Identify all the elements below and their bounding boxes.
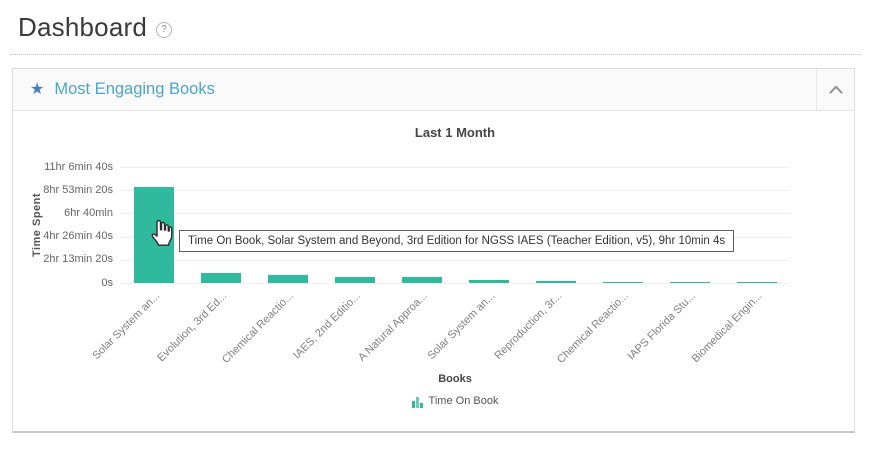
star-icon: ★ bbox=[30, 82, 44, 98]
y-tick-label: 11hr 6min 40s bbox=[44, 161, 113, 173]
help-icon[interactable]: ? bbox=[156, 22, 172, 38]
y-tick-label: 6hr 40min bbox=[64, 207, 113, 219]
chart-title: Last 1 Month bbox=[120, 125, 790, 140]
x-tick-label: A Natural Approa... bbox=[356, 290, 430, 364]
y-tick-label: 8hr 53min 20s bbox=[43, 184, 113, 196]
x-tick-label: Chemical Reactio... bbox=[555, 290, 631, 366]
page-title: Dashboard bbox=[18, 12, 147, 43]
bar[interactable] bbox=[536, 281, 576, 283]
x-tick-label: IAPS Florida Stu... bbox=[626, 290, 698, 362]
bar[interactable] bbox=[737, 282, 777, 283]
x-tick-label: Reproduction, 3r... bbox=[492, 290, 564, 362]
x-tick-label: Evolution, 3rd Ed... bbox=[155, 290, 229, 364]
y-tick-label: 0s bbox=[101, 277, 113, 289]
gridline bbox=[120, 190, 790, 191]
panel-header-title-area: ★ Most Engaging Books bbox=[13, 69, 816, 110]
x-tick-label: Chemical Reactio... bbox=[220, 290, 296, 366]
bar[interactable] bbox=[201, 273, 241, 283]
bar[interactable] bbox=[268, 275, 308, 283]
bar[interactable] bbox=[402, 277, 442, 283]
y-tick-label: 2hr 13min 20s bbox=[43, 253, 113, 265]
gridline bbox=[120, 167, 790, 168]
collapse-panel-button[interactable] bbox=[816, 69, 854, 110]
chevron-up-icon bbox=[829, 81, 843, 99]
page-header: Dashboard ? bbox=[0, 0, 870, 43]
bar[interactable] bbox=[335, 277, 375, 283]
y-tick-label: 4hr 26min 40s bbox=[43, 230, 113, 242]
mini-bar-chart-icon bbox=[412, 396, 423, 408]
y-axis-title: Time Spent bbox=[31, 193, 43, 257]
x-tick-label: Solar System an... bbox=[90, 290, 162, 362]
chart-canvas: Last 1 Month Time Spent Books Time On Bo… bbox=[13, 111, 854, 431]
x-tick-label: IAES, 2nd Editio... bbox=[291, 290, 363, 362]
gridline bbox=[120, 213, 790, 214]
most-engaging-books-panel: ★ Most Engaging Books Last 1 Month Time … bbox=[12, 68, 855, 433]
legend-label: Time On Book bbox=[429, 395, 499, 408]
chart-legend: Time On Book bbox=[120, 395, 790, 408]
header-divider bbox=[10, 54, 860, 55]
x-tick-label: Solar System an... bbox=[425, 290, 497, 362]
x-tick-label: Biomedical Engin... bbox=[690, 290, 765, 365]
gridline bbox=[120, 260, 790, 261]
panel-header: ★ Most Engaging Books bbox=[13, 69, 854, 111]
legend-item-time-on-book[interactable]: Time On Book bbox=[412, 395, 499, 408]
x-axis-title: Books bbox=[120, 373, 790, 385]
bar[interactable] bbox=[670, 282, 710, 283]
cursor-pointer-icon bbox=[149, 217, 175, 252]
bar[interactable] bbox=[603, 282, 643, 284]
gridline bbox=[120, 283, 790, 284]
bar[interactable] bbox=[469, 280, 509, 283]
panel-title: Most Engaging Books bbox=[54, 80, 215, 99]
chart-tooltip: Time On Book, Solar System and Beyond, 3… bbox=[179, 230, 734, 252]
